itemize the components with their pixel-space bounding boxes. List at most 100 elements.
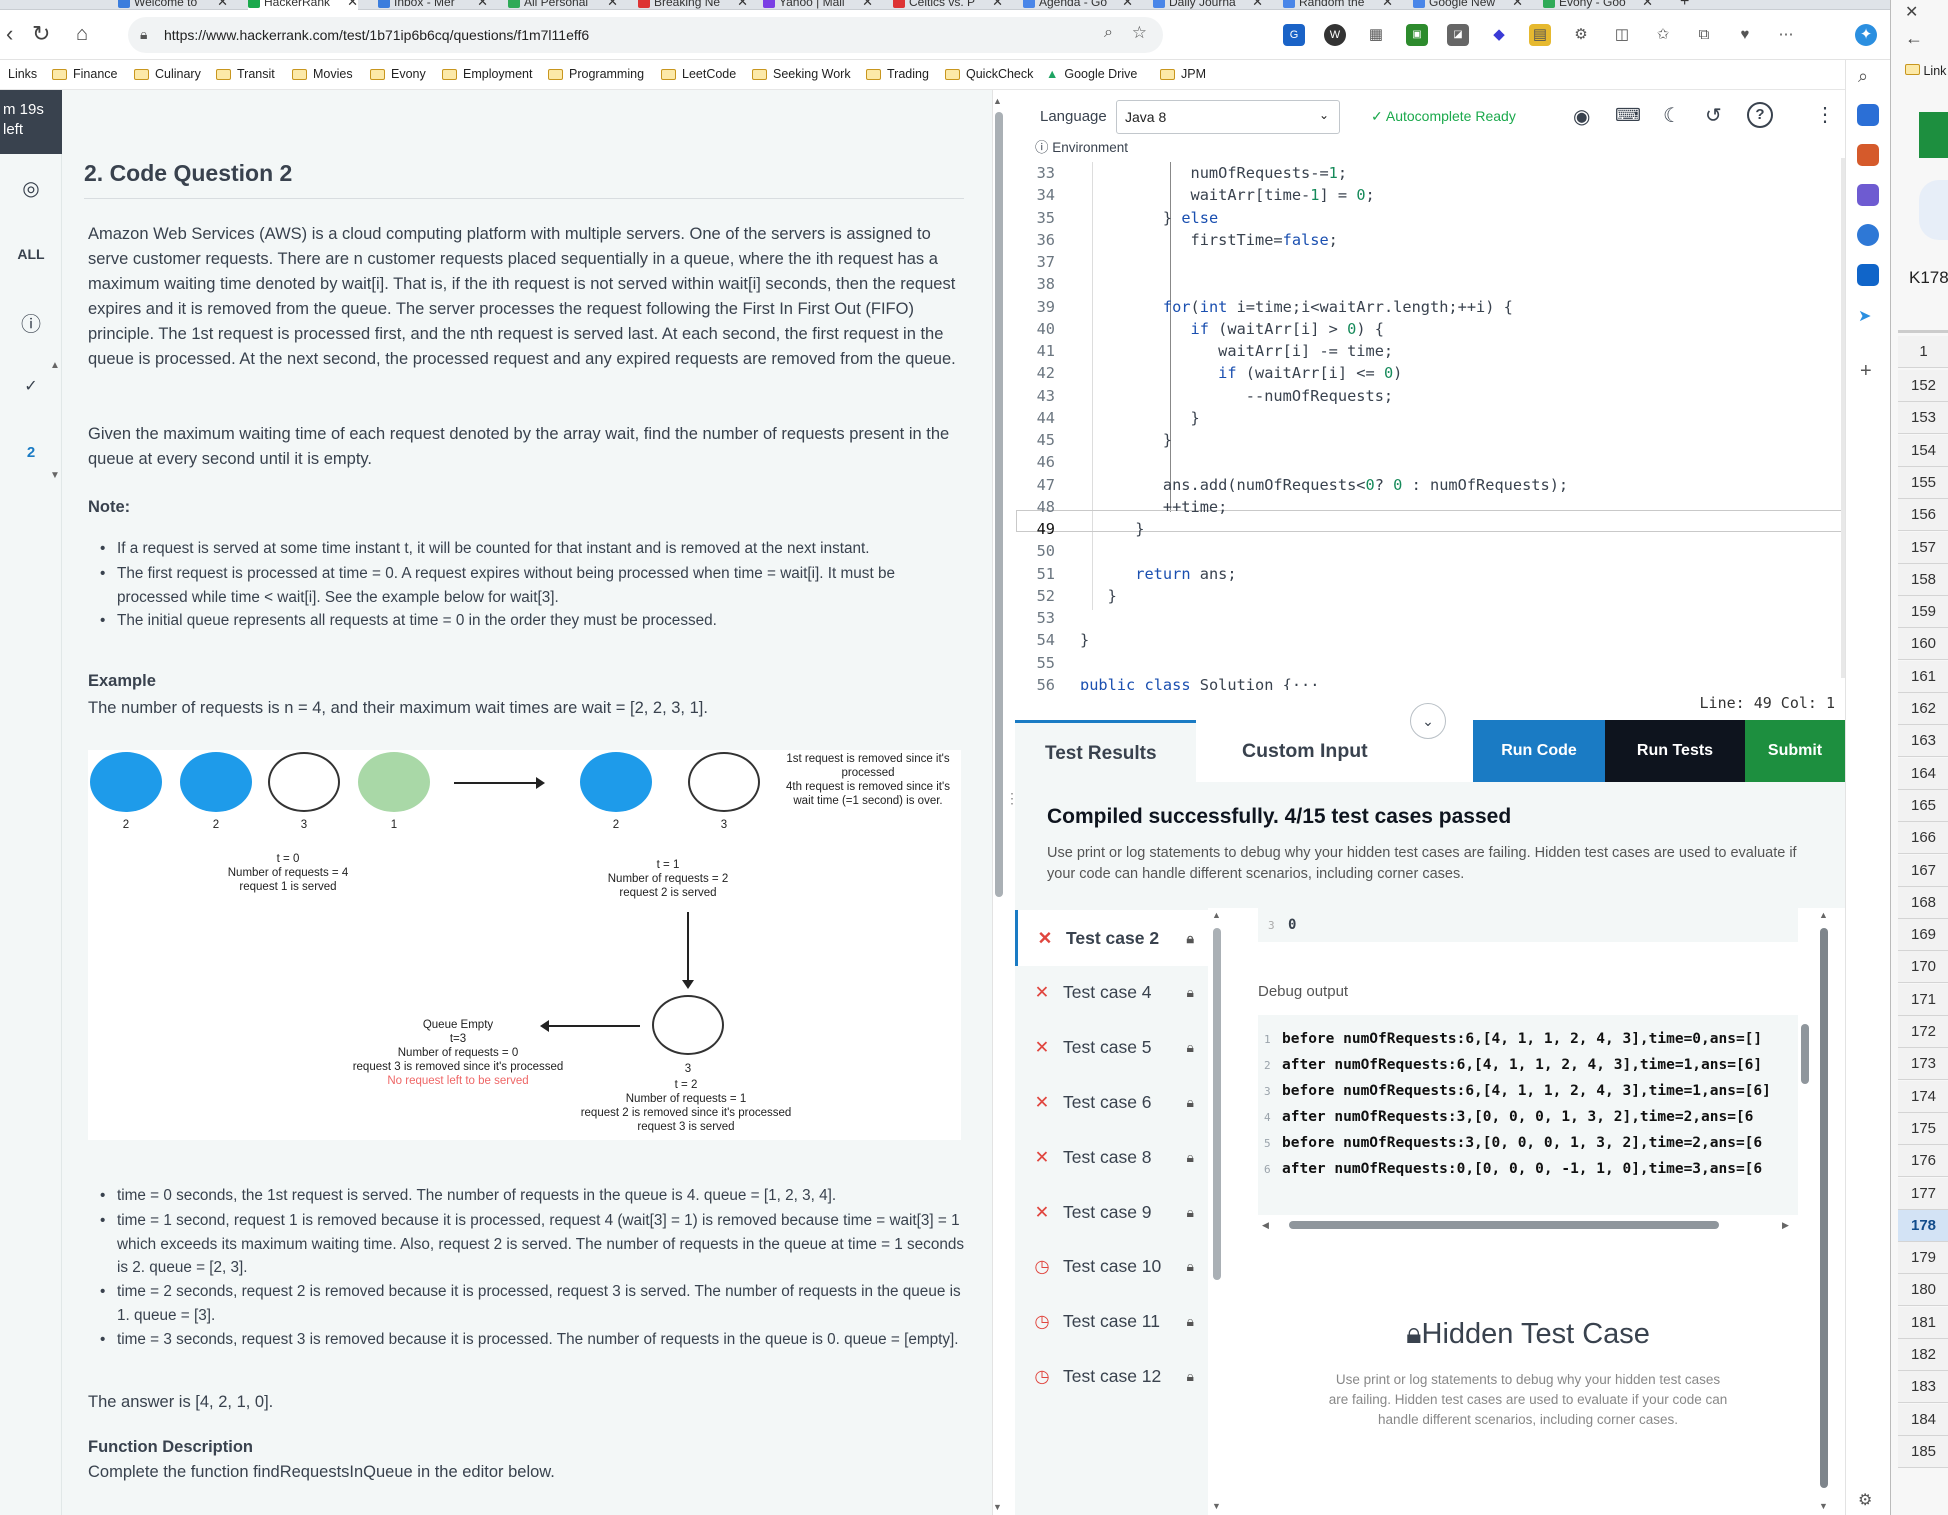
address-bar[interactable]: 🔒︎ https://www.hackerrank.com/test/1b71i…: [128, 17, 1163, 53]
ribbon-button[interactable]: [1919, 180, 1948, 240]
code-line[interactable]: 42 if (waitArr[i] <= 0): [1015, 362, 1845, 384]
scroll-up-icon[interactable]: ▲: [1819, 910, 1828, 920]
scroll-up-icon[interactable]: ▲: [50, 360, 60, 371]
row-header[interactable]: 178: [1898, 1209, 1948, 1242]
extensions-puzzle-icon[interactable]: ⚙: [1570, 24, 1592, 46]
browser-tab[interactable]: Agenda - Go ✕: [1023, 0, 1133, 10]
copilot-icon[interactable]: ✦: [1855, 24, 1877, 46]
row-header[interactable]: 163: [1898, 725, 1948, 758]
search-icon[interactable]: ⌕: [1858, 66, 1868, 87]
row-header[interactable]: 176: [1898, 1145, 1948, 1178]
extension-icon[interactable]: ◆: [1488, 24, 1510, 46]
browser-tab[interactable]: Welcome to ✕: [118, 0, 228, 10]
code-line[interactable]: 53: [1015, 607, 1845, 629]
row-header[interactable]: 168: [1898, 886, 1948, 919]
code-line[interactable]: 34 waitArr[time-1] = 0;: [1015, 184, 1845, 206]
new-tab-button[interactable]: +: [1680, 0, 1700, 10]
code-line[interactable]: 47 ans.add(numOfRequests<0? 0 : numOfReq…: [1015, 474, 1845, 496]
close-icon[interactable]: ✕: [737, 0, 748, 10]
games-icon[interactable]: [1857, 184, 1879, 206]
code-line[interactable]: 35 } else: [1015, 207, 1845, 229]
code-line[interactable]: 51 return ans;: [1015, 563, 1845, 585]
bookmark-folder[interactable]: JPM: [1160, 67, 1206, 81]
run-tests-button[interactable]: Run Tests: [1605, 720, 1745, 782]
help-icon[interactable]: ?: [1747, 102, 1773, 128]
row-header[interactable]: 157: [1898, 531, 1948, 564]
collapse-console-button[interactable]: ⌄: [1410, 703, 1446, 739]
compass-icon[interactable]: ◎: [0, 176, 62, 201]
close-icon[interactable]: ✕: [1642, 0, 1653, 10]
close-icon[interactable]: ✕: [1252, 0, 1263, 10]
favorites-icon[interactable]: ✩: [1652, 24, 1674, 46]
close-icon[interactable]: ✕: [1382, 0, 1393, 10]
code-line[interactable]: 43 --numOfRequests;: [1015, 385, 1845, 407]
row-header[interactable]: 162: [1898, 693, 1948, 725]
tools-icon[interactable]: [1857, 144, 1879, 166]
row-header[interactable]: 154: [1898, 434, 1948, 467]
row-header[interactable]: 180: [1898, 1274, 1948, 1307]
row-header[interactable]: 158: [1898, 563, 1948, 596]
row-header[interactable]: 177: [1898, 1177, 1948, 1210]
row-header[interactable]: 179: [1898, 1242, 1948, 1275]
extension-icon[interactable]: ▤: [1529, 24, 1551, 46]
row-header[interactable]: 164: [1898, 757, 1948, 790]
scroll-down-icon[interactable]: ▼: [50, 470, 60, 481]
test-case-item[interactable]: ✕ Test case 2 🔒︎: [1015, 910, 1208, 966]
back-icon[interactable]: ✕: [1905, 2, 1918, 22]
extension-icon[interactable]: G: [1283, 24, 1305, 46]
row-header[interactable]: 185: [1898, 1435, 1948, 1468]
row-header[interactable]: 159: [1898, 596, 1948, 629]
scroll-down-icon[interactable]: ▼: [993, 1502, 1002, 1512]
send-icon[interactable]: ➤: [1858, 306, 1871, 326]
extension-icon[interactable]: ▦: [1365, 24, 1387, 46]
panel-splitter[interactable]: ▲ ⋮⋮ ▼: [992, 90, 1031, 1515]
bookmark-folder[interactable]: Transit: [216, 67, 275, 81]
row-header[interactable]: 155: [1898, 466, 1948, 499]
scroll-down-icon[interactable]: ▼: [1212, 1501, 1221, 1511]
bookmark-folder[interactable]: Evony: [370, 67, 426, 81]
browser-tab[interactable]: Yahoo | Mail ✕: [763, 0, 873, 10]
test-case-item[interactable]: ✕ Test case 9 🔒︎: [1015, 1184, 1208, 1240]
code-line[interactable]: 36 firstTime=false;: [1015, 229, 1845, 251]
close-icon[interactable]: ✕: [862, 0, 873, 10]
test-case-item[interactable]: ◷ Test case 10 🔒︎: [1015, 1239, 1208, 1295]
scroll-down-icon[interactable]: ▼: [1819, 1501, 1828, 1511]
name-box[interactable]: K178: [1909, 268, 1948, 288]
bookmark-folder[interactable]: LeetCode: [661, 67, 736, 81]
reload-icon[interactable]: ↻: [32, 22, 50, 46]
row-header[interactable]: 175: [1898, 1112, 1948, 1145]
test-case-item[interactable]: ✕ Test case 6 🔒︎: [1015, 1074, 1208, 1130]
bookmark-links[interactable]: Links: [8, 67, 37, 81]
row-header[interactable]: 167: [1898, 854, 1948, 887]
close-icon[interactable]: ✕: [1122, 0, 1133, 10]
run-code-button[interactable]: Run Code: [1473, 720, 1605, 782]
browser-tab[interactable]: All Personal ✕: [508, 0, 618, 10]
row-header[interactable]: 160: [1898, 628, 1948, 661]
favorite-star-icon[interactable]: ☆: [1132, 23, 1147, 43]
code-line[interactable]: 52 }: [1015, 585, 1845, 607]
row-header[interactable]: 166: [1898, 822, 1948, 855]
row-header[interactable]: 170: [1898, 951, 1948, 984]
debug-vscrollbar[interactable]: [1801, 1024, 1809, 1084]
completed-check-icon[interactable]: ✓: [0, 376, 62, 396]
home-icon[interactable]: ⌂: [76, 22, 88, 46]
row-header[interactable]: 182: [1898, 1339, 1948, 1371]
language-select[interactable]: Java 8 ⌄: [1116, 100, 1340, 134]
performance-icon[interactable]: ♥: [1734, 24, 1756, 46]
code-line[interactable]: 33 numOfRequests-=1;: [1015, 162, 1845, 184]
scroll-up-icon[interactable]: ▲: [993, 96, 1002, 106]
results-scrollbar[interactable]: [1820, 928, 1828, 1488]
bookmark-folder[interactable]: Programming: [548, 67, 644, 81]
close-icon[interactable]: ✕: [217, 0, 228, 10]
add-icon[interactable]: +: [1860, 360, 1872, 383]
code-line[interactable]: 40 if (waitArr[i] > 0) {: [1015, 318, 1845, 340]
tab-test-results[interactable]: Test Results: [1015, 720, 1196, 782]
all-questions-link[interactable]: ALL: [0, 246, 62, 262]
row-header[interactable]: 161: [1898, 660, 1948, 693]
bookmark-folder[interactable]: Movies: [292, 67, 353, 81]
eye-icon[interactable]: ◉: [1573, 104, 1590, 129]
code-line[interactable]: 45 }: [1015, 429, 1845, 451]
submit-button[interactable]: Submit: [1745, 720, 1845, 782]
bookmark-folder[interactable]: Culinary: [134, 67, 201, 81]
browser-tab[interactable]: Breaking Ne ✕: [638, 0, 748, 10]
